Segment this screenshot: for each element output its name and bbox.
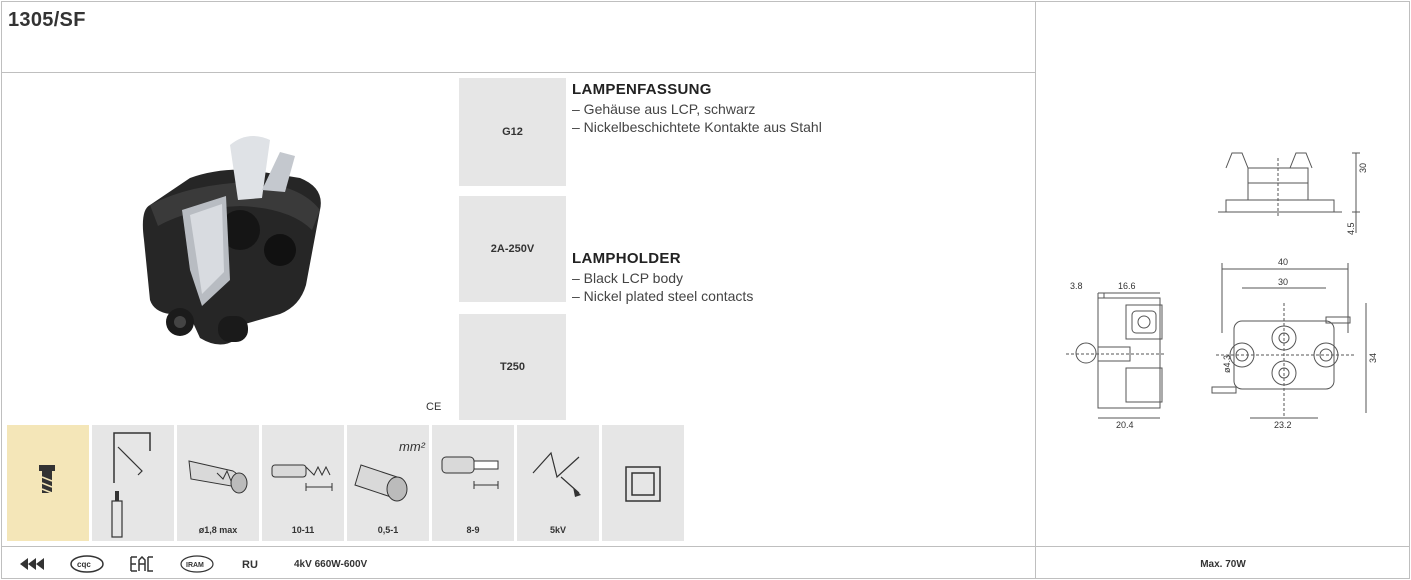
dim-depth-b: 16.6 [1118, 281, 1136, 291]
feature-label: ø1,8 max [198, 525, 238, 535]
feature-tile [602, 425, 684, 541]
svg-text:R: R [242, 559, 250, 571]
svg-text:U: U [250, 559, 258, 571]
dim-width-bottom: 23.2 [1274, 420, 1292, 430]
description-english: LAMPHOLDER – Black LCP body – Nickel pla… [572, 250, 753, 305]
description-german: LAMPENFASSUNG – Gehäuse aus LCP, schwarz… [572, 81, 822, 136]
dim-hole: ø4.3 [1222, 355, 1232, 373]
push-in-contact-icon [111, 432, 151, 538]
dim-width-total: 40 [1278, 257, 1288, 267]
feature-tile [7, 425, 89, 541]
dim-height-top: 34 [1368, 353, 1378, 363]
feature-tile: 8-9 [432, 425, 514, 541]
description-english-line: – Black LCP body [572, 270, 684, 286]
description-english-heading: LAMPHOLDER [572, 250, 681, 267]
temperature-box: T250 [459, 314, 566, 420]
dim-depth-total: 20.4 [1116, 420, 1134, 430]
socket-type-box: G12 [459, 78, 566, 186]
technical-drawing: 30 4.5 40 30 3.8 16.6 20.4 ø4.3 34 23.2 [1066, 152, 1378, 430]
wire-section-unit: mm² [399, 439, 426, 454]
double-insulation-icon [625, 466, 661, 502]
feature-tile: 5kV [517, 425, 599, 541]
product-code-title: 1305/SF [8, 9, 86, 31]
cqc-mark-icon: cqc [70, 555, 104, 573]
ce-mark: CE [426, 401, 442, 413]
feature-tile [92, 425, 174, 541]
svg-text:cqc: cqc [77, 560, 91, 569]
voltage-rating-text: 4kV 660W-600V [294, 558, 368, 570]
enec-mark-icon [18, 557, 44, 571]
wire-ferrule-icon [188, 460, 248, 494]
certifications-row: cqc IRAM RU 4kV 660W-600V [18, 552, 367, 576]
feature-label: 10-11 [291, 525, 315, 535]
strip-length-icon [441, 456, 499, 489]
wire-section-icon: mm² [354, 439, 426, 502]
description-german-heading: LAMPENFASSUNG [572, 81, 712, 98]
footer-divider [1, 546, 1410, 547]
dim-height: 30 [1358, 163, 1368, 173]
description-german-line: – Nickelbeschichtete Kontakte aus Stahl [572, 119, 822, 135]
curus-mark-icon: RU [240, 557, 268, 571]
dim-base-height: 4.5 [1346, 222, 1356, 235]
feature-icons-row: ø1,8 max 10-11 mm² 0,5-1 8-9 5kV [7, 425, 684, 541]
feature-tile: 10-11 [262, 425, 344, 541]
svg-text:IRAM: IRAM [186, 562, 204, 569]
screw-fixing-icon [39, 465, 55, 494]
description-german-line: – Gehäuse aus LCP, schwarz [572, 101, 756, 117]
dim-width-inner: 30 [1278, 277, 1288, 287]
eac-mark-icon [130, 556, 154, 572]
max-power-text: Max. 70W [1200, 558, 1246, 570]
feature-tile: ø1,8 max [177, 425, 259, 541]
rating-box: 2A-250V [459, 196, 566, 302]
feature-label: 0,5-1 [377, 525, 399, 535]
iram-mark-icon: IRAM [180, 555, 214, 573]
voltage-pulse-icon [532, 451, 581, 497]
description-english-line: – Nickel plated steel contacts [572, 288, 754, 304]
lampholder-product-image [142, 136, 321, 345]
stripped-wire-length-icon [271, 464, 333, 491]
feature-tile: mm² 0,5-1 [347, 425, 429, 541]
feature-label: 8-9 [466, 525, 480, 535]
feature-label: 5kV [549, 525, 566, 535]
title-divider [1, 72, 1036, 73]
dim-depth-a: 3.8 [1070, 281, 1083, 291]
